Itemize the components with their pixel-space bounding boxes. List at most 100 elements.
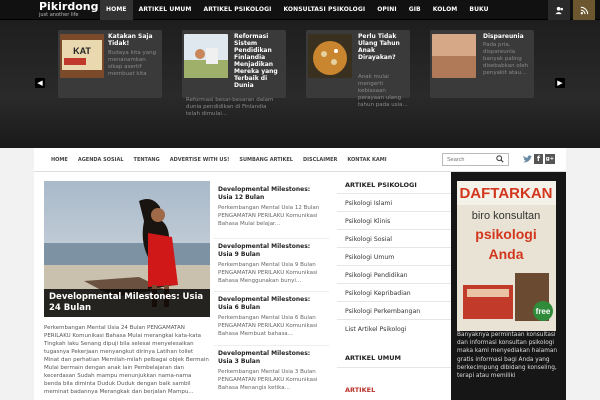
slide-title[interactable]: Perlu Tidak Ulang Tahun Anak Dirayakan? [358,33,410,61]
category-link[interactable]: Psikologi Pendidikan [345,272,449,283]
slide-thumbnail [184,34,228,78]
divider [337,301,451,302]
secondary-navbar: HOME AGENDA SOSIAL TENTANG ADVERTISE WIT… [34,148,566,172]
post-item[interactable]: Developmental Milestones: Usia 9 Bulan P… [214,238,329,285]
slide-thumbnail: KAT [60,34,104,78]
ad-description: Banyaknya permintaan konsultasi dan info… [457,332,558,380]
divider [337,265,451,266]
chevron-left-icon: ◀ [37,79,43,87]
rss-icon [580,6,588,14]
main-nav: HOME ARTIKEL UMUM ARTIKEL PSIKOLOGI KONS… [100,0,495,20]
slide-title[interactable]: Katakan Saja Tidak! [108,33,160,47]
slide-excerpt: Reformasi besar-besaran dalam dunia pend… [186,97,274,117]
post-title[interactable]: Developmental Milestones: Usia 6 Bulan [218,296,326,312]
featured-slider: ◀ ▶ KAT Katakan Saja Tidak! Budaya kita … [0,20,600,148]
category-link[interactable]: List Artikel Psikologi [345,326,449,337]
category-link[interactable]: Psikologi Kepribadian [345,290,449,301]
post-item[interactable]: Developmental Milestones: Usia 12 Bulan … [218,186,326,228]
ad-line-3: psikologi [475,226,536,242]
nav-item-artikel-umum[interactable]: ARTIKEL UMUM [133,0,198,20]
nav-item-opini[interactable]: OPINI [371,0,402,20]
ad-line-1: DAFTARKAN [459,185,552,202]
slide-thumbnail [308,34,352,78]
slide-title[interactable]: Dispareunia [483,33,535,40]
divider [337,319,451,320]
divider [337,247,451,248]
post-title[interactable]: Developmental Milestones: Usia 9 Bulan [218,243,326,259]
ad-badge: free [536,307,551,316]
category-link[interactable]: Psikologi Umum [345,254,449,265]
facebook-icon: f [536,155,541,163]
category-heading: ARTIKEL PSIKOLOGI [345,181,417,189]
slide-title[interactable]: Reformasi Sistem Pendidikan Finlandia Me… [234,33,286,89]
facebook-link[interactable]: f [534,154,543,164]
user-icon [554,6,563,14]
category-link[interactable]: Psikologi Islami [345,200,449,211]
post-excerpt: Perkembangan Mental Usia 9 Bulan PENGAMA… [218,262,318,284]
category-heading-artikel: ARTIKEL [345,386,376,394]
slide-card[interactable]: Dispareunia Pada pria, dispareunia banya… [430,30,534,98]
subnav-item-advertise[interactable]: ADVERTISE WITH US! [165,148,235,172]
divider [214,238,329,239]
slider-prev-button[interactable]: ◀ [35,78,45,88]
ad-line-4: Anda [489,246,524,262]
slider-next-button[interactable]: ▶ [555,78,565,88]
subnav-item-disclaimer[interactable]: DISCLAIMER [298,148,342,172]
ad-image: free DAFTARKAN biro konsultan psikologi … [457,181,556,331]
nav-item-kolom[interactable]: KOLOM [427,0,464,20]
search-icon[interactable] [496,155,504,163]
category-link[interactable]: Psikologi Klinis [345,218,449,229]
subnav-item-tentang[interactable]: TENTANG [129,148,165,172]
subnav-item-sumbang-artikel[interactable]: SUMBANG ARTIKEL [234,148,298,172]
post-item[interactable]: Developmental Milestones: Usia 3 Bulan P… [214,345,329,392]
google-plus-icon: g+ [545,156,555,162]
main-content: Developmental Milestones: Usia 24 Bulan … [34,172,566,400]
featured-excerpt: Perkembangan Mental Usia 24 Bulan PENGAM… [44,325,209,395]
post-excerpt: Perkembangan Mental Usia 3 Bulan PENGAMA… [218,369,318,391]
post-title[interactable]: Developmental Milestones: Usia 12 Bulan [218,186,326,202]
divider [337,283,451,284]
ad-line-2: biro konsultan [472,210,541,222]
chevron-right-icon: ▶ [557,79,563,87]
site-name: Pikirdong [39,0,99,13]
nav-item-konsultasi-psikologi[interactable]: KONSULTASI PSIKOLOGI [277,0,371,20]
category-heading-umum: ARTIKEL UMUM [345,354,401,362]
slide-excerpt: Budaya kita yang menanamkan sikap aserti… [108,50,157,77]
divider [214,345,329,346]
category-sidebar: ARTIKEL PSIKOLOGI Psikologi Islami Psiko… [337,172,451,400]
svg-text:KAT: KAT [73,46,91,56]
ad-banner[interactable]: free DAFTARKAN biro konsultan psikologi … [451,172,566,400]
user-button[interactable] [548,0,570,20]
top-navbar: Pikirdong just another life HOME ARTIKEL… [0,0,600,20]
subnav-item-home[interactable]: HOME [46,148,73,172]
nav-item-gib[interactable]: GIB [403,0,427,20]
slide-thumbnail [432,34,476,78]
twitter-link[interactable] [521,154,533,164]
divider [337,367,451,368]
slide-card[interactable]: Perlu Tidak Ulang Tahun Anak Dirayakan? … [306,30,410,108]
divider [337,211,451,212]
featured-title[interactable]: Developmental Milestones: Usia 24 Bulan [44,289,210,317]
category-link[interactable]: Psikologi Sosial [345,236,449,247]
subnav-item-kontak-kami[interactable]: KONTAK KAMI [342,148,391,172]
subnav-item-agenda-sosial[interactable]: AGENDA SOSIAL [73,148,129,172]
site-logo[interactable]: Pikirdong just another life [39,1,98,18]
slide-excerpt: Anak mulai mengerti kebiasaan perayaan u… [358,74,408,108]
nav-item-home[interactable]: HOME [100,0,133,20]
divider [337,193,451,194]
divider [337,229,451,230]
secondary-nav: HOME AGENDA SOSIAL TENTANG ADVERTISE WIT… [46,148,392,172]
nav-item-artikel-psikologi[interactable]: ARTIKEL PSIKOLOGI [197,0,277,20]
nav-item-buku[interactable]: BUKU [463,0,494,20]
post-item[interactable]: Developmental Milestones: Usia 6 Bulan P… [214,291,329,338]
slide-card[interactable]: KAT Katakan Saja Tidak! Budaya kita yang… [58,30,162,98]
post-title[interactable]: Developmental Milestones: Usia 3 Bulan [218,350,326,366]
post-excerpt: Perkembangan Mental Usia 12 Bulan PENGAM… [218,205,320,227]
post-excerpt: Perkembangan Mental Usia 6 Bulan PENGAMA… [218,315,318,337]
slide-card[interactable]: Reformasi Sistem Pendidikan Finlandia Me… [182,30,286,117]
rss-button[interactable] [573,0,595,20]
google-plus-link[interactable]: g+ [545,154,555,164]
divider [214,291,329,292]
category-link[interactable]: Psikologi Perkembangan [345,308,449,319]
twitter-icon [522,154,532,162]
